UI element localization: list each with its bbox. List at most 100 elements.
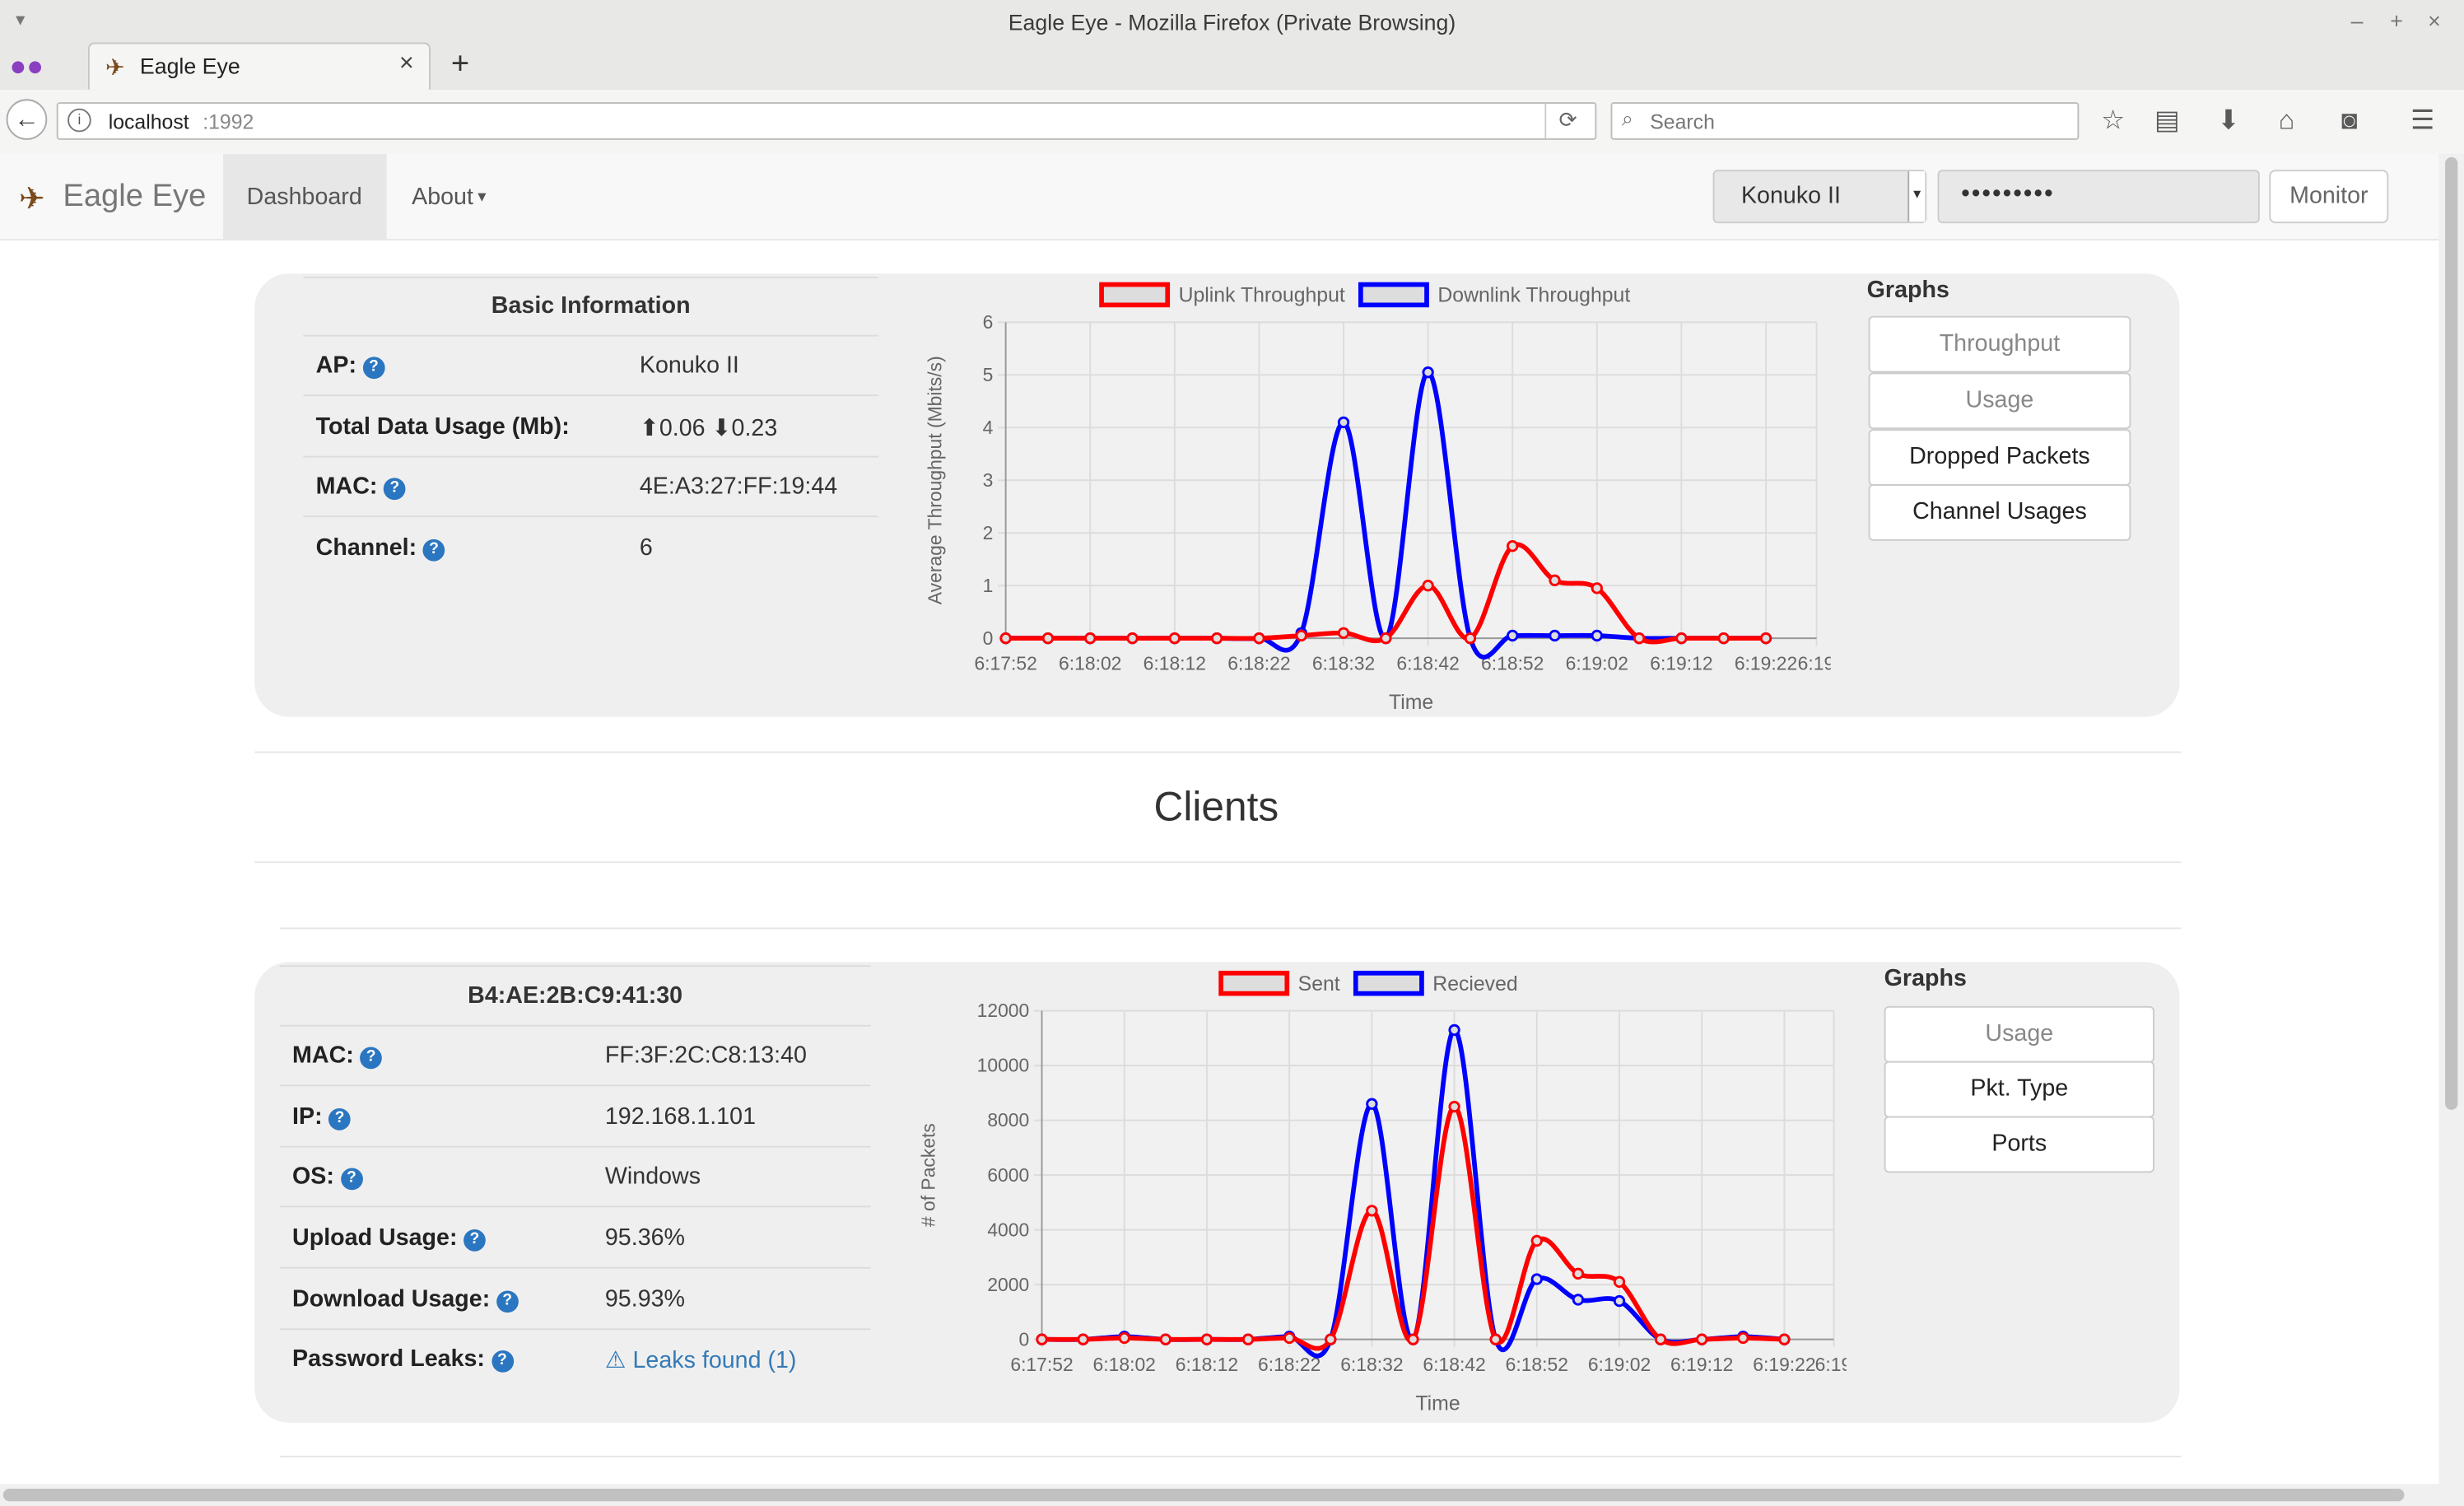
- client-ip-value: 192.168.1.101: [604, 1103, 757, 1131]
- data-point: [1507, 629, 1519, 642]
- divider: [254, 751, 2182, 753]
- data-point: [999, 632, 1012, 645]
- data-point: [1696, 1333, 1708, 1345]
- back-button-icon[interactable]: ←: [6, 99, 48, 140]
- data-point: [1675, 632, 1688, 645]
- tab-title: Eagle Eye: [139, 53, 240, 79]
- divider: [279, 1205, 871, 1208]
- downloads-icon[interactable]: ⬇: [2217, 105, 2239, 137]
- divider: [303, 455, 879, 458]
- help-icon[interactable]: ?: [362, 357, 385, 380]
- pkt-type-graph-button[interactable]: Pkt. Type: [1884, 1061, 2154, 1118]
- scroll-thumb[interactable]: [2, 1489, 2405, 1502]
- help-icon[interactable]: ?: [463, 1229, 486, 1252]
- help-icon[interactable]: ?: [328, 1107, 351, 1131]
- brand-name[interactable]: Eagle Eye: [63, 180, 206, 216]
- usage-graph-button[interactable]: Usage: [1868, 372, 2131, 430]
- password-leaks-link[interactable]: ⚠ Leaks found (1): [605, 1345, 797, 1373]
- channel-label: Channel:?: [316, 534, 445, 562]
- client-mac-value: FF:3F:2C:C8:13:40: [604, 1042, 807, 1070]
- x-tick-label: 6:18:12: [1176, 1354, 1238, 1375]
- x-tick-label: 6:19:23: [1815, 1354, 1847, 1375]
- app-navbar: ✈ Eagle Eye Dashboard About ▼ Konuko II ▼…: [0, 154, 2439, 241]
- y-axis-label: # of Packets: [918, 1123, 939, 1227]
- pocket-icon[interactable]: ◙: [2341, 105, 2358, 137]
- total-usage-value: ⬆0.06 ⬇0.23: [639, 415, 778, 442]
- dropped-packets-graph-button[interactable]: Dropped Packets: [1868, 429, 2131, 486]
- y-tick-label: 10000: [977, 1055, 1030, 1076]
- help-icon[interactable]: ?: [491, 1350, 514, 1373]
- y-tick-label: 6000: [987, 1164, 1029, 1186]
- y-tick-label: 0: [983, 627, 994, 649]
- menu-hamburger-icon[interactable]: ☰: [2410, 105, 2434, 137]
- y-tick-label: 1: [983, 575, 994, 596]
- x-tick-label: 6:18:22: [1227, 652, 1290, 674]
- ap-select-value: Konuko II: [1740, 182, 1841, 209]
- client-usage-graph-button[interactable]: Usage: [1884, 1005, 2154, 1063]
- url-host: localhost: [108, 110, 189, 134]
- site-info-icon[interactable]: i: [68, 108, 91, 133]
- help-icon[interactable]: ?: [340, 1168, 363, 1191]
- tab-close-icon[interactable]: ×: [399, 50, 414, 78]
- horizontal-scrollbar[interactable]: [0, 1484, 2439, 1506]
- data-point: [1407, 1333, 1419, 1345]
- vertical-scrollbar[interactable]: [2438, 154, 2464, 1506]
- data-point: [1283, 1331, 1296, 1345]
- ap-value: Konuko II: [639, 352, 739, 380]
- x-tick-label: 6:19:12: [1650, 652, 1712, 674]
- legend-label: Uplink Throughput: [1179, 285, 1345, 307]
- maximize-icon[interactable]: +: [2390, 8, 2403, 34]
- x-tick-label: 6:18:42: [1396, 652, 1459, 674]
- legend-label: Sent: [1298, 973, 1340, 995]
- private-browsing-mask-icon: ●●: [9, 50, 44, 82]
- help-icon[interactable]: ?: [384, 478, 406, 501]
- data-point: [1200, 1333, 1213, 1345]
- throughput-chart: 0 1 2 3 4 5 6 6:17:52 6:18:02 6:18:12 6:18:22 6:18:…: [924, 282, 1831, 714]
- data-point: [1422, 580, 1434, 592]
- new-tab-icon[interactable]: +: [451, 47, 469, 83]
- divider: [279, 965, 871, 967]
- nav-dashboard[interactable]: Dashboard: [247, 184, 362, 210]
- monitor-button[interactable]: Monitor: [2269, 170, 2389, 224]
- divider: [303, 277, 879, 278]
- minimize-icon[interactable]: –: [2351, 8, 2364, 34]
- browser-tab[interactable]: ✈ Eagle Eye ×: [87, 42, 431, 90]
- x-tick-label: 6:19:12: [1670, 1354, 1733, 1375]
- data-point: [1549, 574, 1561, 586]
- legend-swatch: [1353, 970, 1424, 996]
- bookmark-star-icon[interactable]: ☆: [2101, 105, 2125, 137]
- ap-graphs-title: Graphs: [1866, 277, 1949, 304]
- ports-graph-button[interactable]: Ports: [1884, 1116, 2154, 1173]
- data-point: [1448, 1023, 1460, 1037]
- home-icon[interactable]: ⌂: [2279, 105, 2295, 137]
- password-leaks-label: Password Leaks:?: [292, 1345, 514, 1373]
- client-ip-label: IP:?: [292, 1103, 351, 1131]
- ap-select[interactable]: Konuko II ▼: [1712, 170, 1927, 224]
- password-input[interactable]: •••••••••: [1937, 170, 2260, 224]
- data-point: [1613, 1294, 1626, 1308]
- divider: [279, 1024, 871, 1027]
- eagle-logo-icon: ✈: [18, 182, 45, 217]
- data-point: [1337, 416, 1350, 429]
- url-divider: [1544, 104, 1547, 139]
- close-window-icon[interactable]: ×: [2428, 8, 2441, 34]
- packets-chart: 0 2000 4000 6000 8000 10000 12000 6:17:52 6:18:0…: [918, 970, 1847, 1415]
- password-value: •••••••••: [1961, 180, 2055, 208]
- nav-about[interactable]: About ▼: [412, 184, 489, 210]
- throughput-graph-button[interactable]: Throughput: [1868, 315, 2131, 373]
- help-icon[interactable]: ?: [422, 539, 445, 562]
- url-bar[interactable]: i localhost :1992 ⟳: [56, 102, 1597, 140]
- client-os-label: OS:?: [292, 1163, 363, 1191]
- channel-usages-graph-button[interactable]: Channel Usages: [1868, 484, 2131, 541]
- help-icon[interactable]: ?: [496, 1290, 519, 1313]
- data-point: [1036, 1333, 1048, 1345]
- scroll-thumb[interactable]: [2445, 156, 2458, 1110]
- help-icon[interactable]: ?: [360, 1047, 383, 1070]
- reload-icon[interactable]: ⟳: [1559, 107, 1577, 133]
- select-arrow-icon[interactable]: ▼: [1907, 171, 1926, 222]
- reading-list-icon[interactable]: ▤: [2154, 105, 2180, 137]
- x-tick-label: 6:18:02: [1059, 652, 1121, 674]
- data-point: [1530, 1234, 1543, 1247]
- data-point: [1210, 632, 1223, 645]
- search-input[interactable]: ⌕ Search: [1610, 102, 2080, 140]
